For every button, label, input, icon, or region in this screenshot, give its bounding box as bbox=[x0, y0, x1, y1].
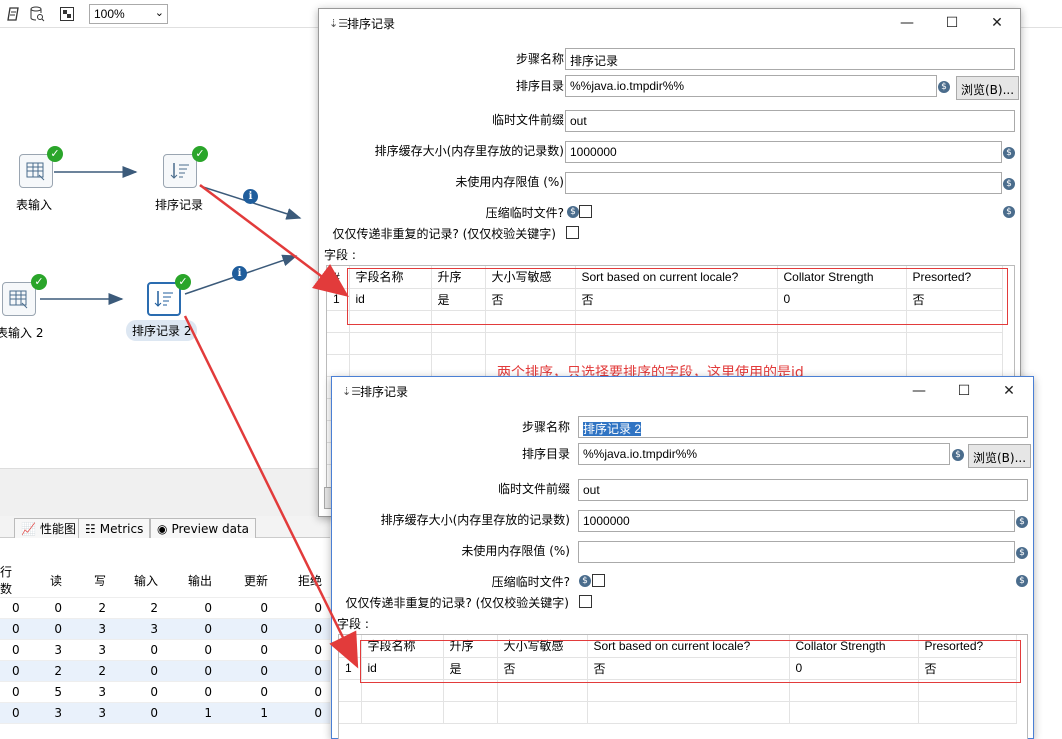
annotation-arrows bbox=[183, 184, 359, 669]
